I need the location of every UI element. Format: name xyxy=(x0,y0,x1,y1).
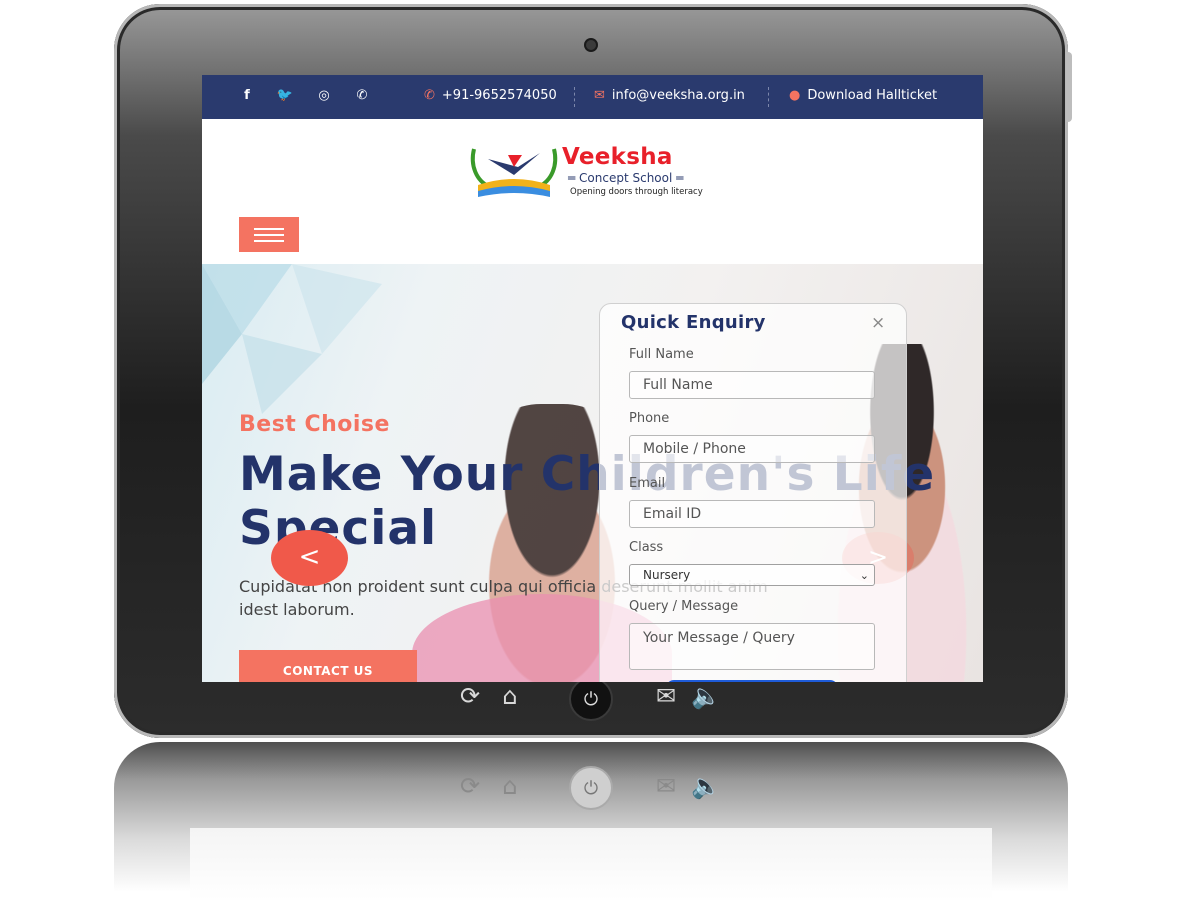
camera-icon xyxy=(586,40,596,50)
logo-name: Veeksha xyxy=(562,144,673,170)
reflection-controls-left: ⟳ ⌂ xyxy=(450,772,530,800)
email-input[interactable]: Email ID xyxy=(629,500,875,528)
menu-line xyxy=(254,227,284,230)
polygon-decoration xyxy=(202,264,382,414)
phone-icon: ✆ xyxy=(424,88,435,103)
power-button-icon: ⏻ xyxy=(569,677,613,721)
top-bar: f 🐦 ◎ ✆ ✆ +91-9652574050 ✉ info@veeksha.… xyxy=(202,75,983,119)
user-icon: ● xyxy=(789,88,801,103)
refresh-icon: ⟳ xyxy=(459,772,481,800)
facebook-icon[interactable]: f xyxy=(238,87,256,105)
full-name-label: Full Name xyxy=(629,347,694,362)
refresh-icon: ⟳ xyxy=(459,682,481,710)
tablet-side-button xyxy=(1066,52,1072,122)
menu-line xyxy=(254,239,284,242)
envelope-icon: ✉ xyxy=(594,88,605,103)
hero-pretitle: Best Choise xyxy=(239,412,390,437)
mail-icon: ✉ xyxy=(655,682,677,710)
site-header: Veeksha ═ Concept School ═ Opening doors… xyxy=(202,119,983,264)
submit-button[interactable] xyxy=(666,680,838,682)
reflection-screen xyxy=(190,828,992,900)
download-hallticket-link[interactable]: ● Download Hallticket xyxy=(789,88,937,103)
chevron-down-icon: ⌄ xyxy=(859,569,869,582)
whatsapp-icon[interactable]: ✆ xyxy=(353,87,371,105)
divider xyxy=(574,87,575,107)
divider xyxy=(768,87,769,107)
tablet-hardware-controls-left: ⟳ ⌂ xyxy=(450,682,530,710)
email-address: info@veeksha.org.in xyxy=(611,88,745,103)
email-link[interactable]: ✉ info@veeksha.org.in xyxy=(594,88,745,103)
phone-link[interactable]: ✆ +91-9652574050 xyxy=(424,88,557,103)
logo-emblem-icon xyxy=(470,148,558,197)
mail-icon: ✉ xyxy=(655,772,677,800)
logo-subtitle: ═ Concept School ═ xyxy=(568,171,684,185)
slider-prev-button[interactable]: < xyxy=(271,530,348,586)
power-button-icon: ⏻ xyxy=(569,766,613,810)
query-label: Query / Message xyxy=(629,599,739,614)
hero-slider: Best Choise Make Your Children's Life Sp… xyxy=(202,264,983,682)
download-hallticket-label: Download Hallticket xyxy=(807,88,938,103)
instagram-icon[interactable]: ◎ xyxy=(315,87,333,105)
reflection-controls-right: ✉ 🔈 xyxy=(646,772,726,800)
home-icon: ⌂ xyxy=(502,772,518,800)
class-select[interactable]: Nursery ⌄ xyxy=(629,564,875,586)
class-label: Class xyxy=(629,540,664,555)
enquiry-title: Quick Enquiry xyxy=(621,312,766,333)
phone-input[interactable]: Mobile / Phone xyxy=(629,435,875,463)
phone-number: +91-9652574050 xyxy=(441,88,557,103)
home-icon: ⌂ xyxy=(502,682,518,710)
speaker-icon: 🔈 xyxy=(691,772,721,800)
full-name-input[interactable]: Full Name xyxy=(629,371,875,399)
email-label: Email xyxy=(629,476,666,491)
contact-us-button[interactable]: CONTACT US xyxy=(239,650,417,682)
tablet-screen: f 🐦 ◎ ✆ ✆ +91-9652574050 ✉ info@veeksha.… xyxy=(202,75,983,682)
hamburger-menu-button[interactable] xyxy=(239,217,299,252)
logo-tagline: Opening doors through literacy xyxy=(570,187,703,197)
quick-enquiry-panel: Quick Enquiry × Full Name Full Name Phon… xyxy=(599,303,907,682)
menu-line xyxy=(254,233,284,236)
phone-label: Phone xyxy=(629,411,670,426)
class-selected-value: Nursery xyxy=(643,568,691,582)
close-icon[interactable]: × xyxy=(871,313,885,333)
speaker-icon: 🔈 xyxy=(691,682,721,710)
query-textarea[interactable]: Your Message / Query xyxy=(629,623,875,670)
tablet-hardware-controls-right: ✉ 🔈 xyxy=(646,682,726,710)
school-logo[interactable]: Veeksha ═ Concept School ═ Opening doors… xyxy=(468,137,718,201)
twitter-icon[interactable]: 🐦 xyxy=(276,87,294,105)
